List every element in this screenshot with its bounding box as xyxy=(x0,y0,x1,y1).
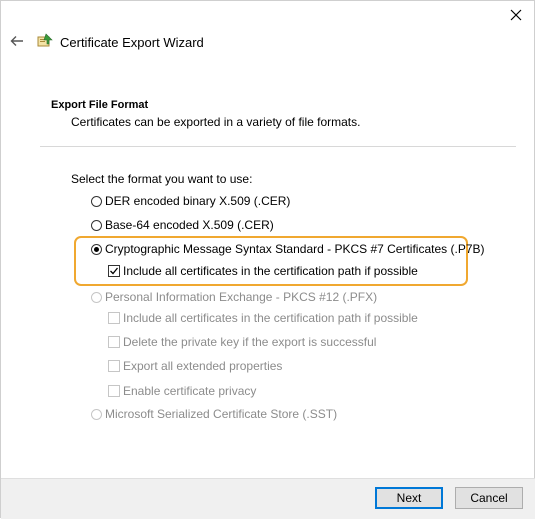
section-subtitle: Certificates can be exported in a variet… xyxy=(71,115,361,129)
certificate-export-wizard-window: Certificate Export Wizard Export File Fo… xyxy=(0,0,535,519)
wizard-footer: Next Cancel xyxy=(1,478,535,519)
back-arrow-icon xyxy=(10,36,23,46)
format-prompt: Select the format you want to use: xyxy=(71,172,253,186)
radio-pkcs7[interactable] xyxy=(91,243,102,255)
radio-sst-option: Microsoft Serialized Certificate Store (… xyxy=(91,407,337,421)
radio-pfx-label: Personal Information Exchange - PKCS #12… xyxy=(105,290,378,304)
checkbox-pkcs7-include-path[interactable] xyxy=(108,265,120,277)
checkbox-pkcs7-include-path-label: Include all certificates in the certific… xyxy=(123,264,418,278)
back-button[interactable] xyxy=(7,31,27,51)
radio-base64[interactable] xyxy=(91,219,102,231)
checkbox-pfx-delete-key-option: Delete the private key if the export is … xyxy=(108,335,376,349)
wizard-title: Certificate Export Wizard xyxy=(60,35,204,50)
checkbox-pfx-include-path xyxy=(108,312,120,324)
checkbox-pfx-privacy xyxy=(108,385,120,397)
close-button[interactable] xyxy=(506,5,526,25)
checkmark-icon xyxy=(110,267,119,275)
checkbox-pfx-export-properties-option: Export all extended properties xyxy=(108,359,282,373)
checkbox-pkcs7-include-path-option[interactable]: Include all certificates in the certific… xyxy=(108,264,418,278)
radio-der-option[interactable]: DER encoded binary X.509 (.CER) xyxy=(91,194,290,208)
cancel-button[interactable]: Cancel xyxy=(455,487,523,509)
close-icon xyxy=(510,9,522,21)
radio-pfx-option: Personal Information Exchange - PKCS #12… xyxy=(91,290,377,304)
radio-der-label: DER encoded binary X.509 (.CER) xyxy=(105,194,291,208)
radio-pkcs7-label: Cryptographic Message Syntax Standard - … xyxy=(105,242,485,256)
checkbox-pfx-include-path-option: Include all certificates in the certific… xyxy=(108,311,418,325)
radio-sst xyxy=(91,408,102,420)
checkbox-pfx-privacy-option: Enable certificate privacy xyxy=(108,384,256,398)
header-divider xyxy=(40,146,516,147)
checkbox-pfx-delete-key xyxy=(108,336,120,348)
radio-base64-option[interactable]: Base-64 encoded X.509 (.CER) xyxy=(91,218,274,232)
checkbox-pfx-privacy-label: Enable certificate privacy xyxy=(123,384,257,398)
checkbox-pfx-include-path-label: Include all certificates in the certific… xyxy=(123,311,418,325)
section-title: Export File Format xyxy=(51,99,149,111)
next-button[interactable]: Next xyxy=(375,487,443,509)
certificate-wizard-icon xyxy=(37,33,53,47)
radio-pfx xyxy=(91,291,102,303)
radio-pkcs7-option[interactable]: Cryptographic Message Syntax Standard - … xyxy=(91,242,485,256)
checkbox-pfx-delete-key-label: Delete the private key if the export is … xyxy=(123,335,377,349)
radio-base64-label: Base-64 encoded X.509 (.CER) xyxy=(105,218,274,232)
checkbox-pfx-export-properties xyxy=(108,360,120,372)
radio-der[interactable] xyxy=(91,195,102,207)
checkbox-pfx-export-properties-label: Export all extended properties xyxy=(123,359,283,373)
radio-sst-label: Microsoft Serialized Certificate Store (… xyxy=(105,407,338,421)
